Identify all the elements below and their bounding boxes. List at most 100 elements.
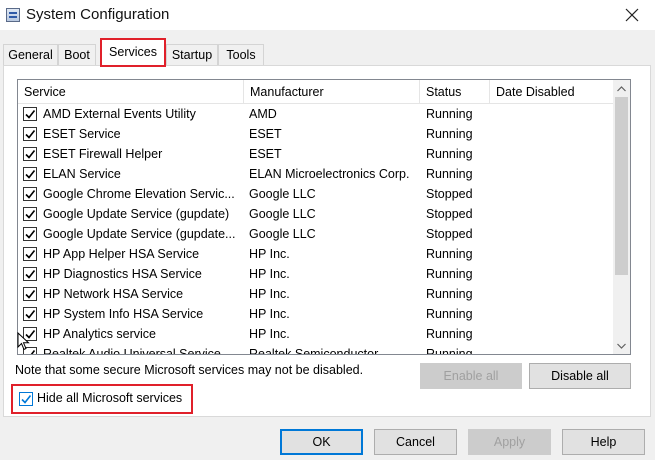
- help-button[interactable]: Help: [562, 429, 645, 455]
- checkmark-icon: [25, 190, 36, 199]
- service-name: HP System Info HSA Service: [43, 307, 204, 321]
- service-manufacturer: Realtek Semiconductor: [249, 347, 379, 355]
- service-manufacturer: HP Inc.: [249, 247, 290, 261]
- service-checkbox[interactable]: [23, 247, 37, 261]
- service-name: Google Chrome Elevation Servic...: [43, 187, 235, 201]
- services-panel: Service Manufacturer Status Date Disable…: [3, 65, 651, 417]
- table-row[interactable]: Realtek Audio Universal Service Realtek S…: [18, 344, 614, 355]
- close-button[interactable]: [609, 0, 655, 30]
- service-status: Running: [426, 307, 473, 321]
- service-checkbox[interactable]: [23, 307, 37, 321]
- scroll-up-button[interactable]: [613, 80, 630, 97]
- checkmark-icon: [25, 290, 36, 299]
- service-manufacturer: Google LLC: [249, 187, 316, 201]
- service-manufacturer: ESET: [249, 127, 282, 141]
- enable-all-button[interactable]: Enable all: [420, 363, 522, 389]
- service-checkbox[interactable]: [23, 127, 37, 141]
- service-name: HP Diagnostics HSA Service: [43, 267, 202, 281]
- service-name: AMD External Events Utility: [43, 107, 196, 121]
- service-status: Running: [426, 247, 473, 261]
- hide-microsoft-services-label: Hide all Microsoft services: [37, 391, 183, 405]
- title-bar: System Configuration: [0, 0, 655, 30]
- service-name: HP App Helper HSA Service: [43, 247, 200, 261]
- service-name: Realtek Audio Universal Service: [43, 347, 221, 355]
- service-status: Running: [426, 127, 473, 141]
- service-checkbox[interactable]: [23, 267, 37, 281]
- service-name: ELAN Service: [43, 167, 121, 181]
- service-status: Running: [426, 267, 473, 281]
- service-manufacturer: HP Inc.: [249, 287, 290, 301]
- table-row[interactable]: Google Chrome Elevation Servic... Google …: [18, 184, 614, 204]
- hide-microsoft-services-option[interactable]: Hide all Microsoft services: [11, 384, 193, 414]
- checkmark-icon: [25, 210, 36, 219]
- service-status: Running: [426, 327, 473, 341]
- table-row[interactable]: HP Diagnostics HSA Service HP Inc. Running: [18, 264, 614, 284]
- service-checkbox[interactable]: [23, 107, 37, 121]
- service-manufacturer: HP Inc.: [249, 267, 290, 281]
- table-row[interactable]: ELAN Service ELAN Microelectronics Corp. R…: [18, 164, 614, 184]
- service-manufacturer: AMD: [249, 107, 277, 121]
- disable-all-button[interactable]: Disable all: [529, 363, 631, 389]
- tab-boot[interactable]: Boot: [58, 44, 96, 66]
- service-status: Stopped: [426, 227, 473, 241]
- service-name: ESET Firewall Helper: [43, 147, 163, 161]
- service-name: HP Network HSA Service: [43, 287, 184, 301]
- services-rows: AMD External Events Utility AMD Running ESE…: [18, 104, 614, 355]
- column-header-service[interactable]: Service: [18, 80, 244, 104]
- service-status: Stopped: [426, 207, 473, 221]
- service-name: Google Update Service (gupdate): [43, 207, 230, 221]
- checkmark-icon: [25, 270, 36, 279]
- services-list[interactable]: Service Manufacturer Status Date Disable…: [17, 79, 631, 355]
- ok-button[interactable]: OK: [280, 429, 363, 455]
- service-checkbox[interactable]: [23, 167, 37, 181]
- mouse-cursor-icon: [17, 332, 30, 351]
- tab-general[interactable]: General: [3, 44, 58, 66]
- tab-startup[interactable]: Startup: [166, 44, 218, 66]
- checkmark-icon: [25, 110, 36, 119]
- service-status: Running: [426, 347, 473, 355]
- service-status: Stopped: [426, 187, 473, 201]
- table-row[interactable]: HP Network HSA Service HP Inc. Running: [18, 284, 614, 304]
- service-checkbox[interactable]: [23, 287, 37, 301]
- table-row[interactable]: HP System Info HSA Service HP Inc. Running: [18, 304, 614, 324]
- table-row[interactable]: HP App Helper HSA Service HP Inc. Running: [18, 244, 614, 264]
- apply-button[interactable]: Apply: [468, 429, 551, 455]
- table-row[interactable]: HP Analytics service HP Inc. Running: [18, 324, 614, 344]
- close-icon: [625, 8, 639, 22]
- service-checkbox[interactable]: [23, 227, 37, 241]
- checkmark-icon: [25, 130, 36, 139]
- service-name: HP Analytics service: [43, 327, 157, 341]
- table-row[interactable]: Google Update Service (gupdate) Google LL…: [18, 204, 614, 224]
- list-header: Service Manufacturer Status Date Disable…: [18, 80, 614, 104]
- chevron-down-icon: [617, 343, 626, 349]
- service-manufacturer: ELAN Microelectronics Corp.: [249, 167, 410, 181]
- service-manufacturer: HP Inc.: [249, 327, 290, 341]
- service-manufacturer: HP Inc.: [249, 307, 290, 321]
- checkmark-icon: [25, 230, 36, 239]
- table-row[interactable]: ESET Firewall Helper ESET Running: [18, 144, 614, 164]
- cancel-button[interactable]: Cancel: [374, 429, 457, 455]
- scrollbar-thumb[interactable]: [615, 97, 628, 275]
- tab-tools[interactable]: Tools: [218, 44, 264, 66]
- table-row[interactable]: ESET Service ESET Running: [18, 124, 614, 144]
- service-checkbox[interactable]: [23, 187, 37, 201]
- secure-services-note: Note that some secure Microsoft services…: [15, 363, 364, 377]
- tab-services[interactable]: Services: [100, 38, 166, 67]
- vertical-scrollbar[interactable]: [613, 80, 630, 354]
- hide-microsoft-services-checkbox[interactable]: [19, 392, 33, 406]
- service-name: ESET Service: [43, 127, 121, 141]
- service-status: Running: [426, 147, 473, 161]
- column-header-date-disabled[interactable]: Date Disabled: [490, 80, 614, 104]
- service-status: Running: [426, 167, 473, 181]
- column-header-manufacturer[interactable]: Manufacturer: [244, 80, 420, 104]
- table-row[interactable]: AMD External Events Utility AMD Running: [18, 104, 614, 124]
- checkmark-icon: [25, 150, 36, 159]
- table-row[interactable]: Google Update Service (gupdate... Google …: [18, 224, 614, 244]
- scroll-down-button[interactable]: [613, 337, 630, 354]
- service-checkbox[interactable]: [23, 207, 37, 221]
- service-status: Running: [426, 287, 473, 301]
- service-status: Running: [426, 107, 473, 121]
- column-header-status[interactable]: Status: [420, 80, 490, 104]
- service-checkbox[interactable]: [23, 147, 37, 161]
- service-manufacturer: Google LLC: [249, 227, 316, 241]
